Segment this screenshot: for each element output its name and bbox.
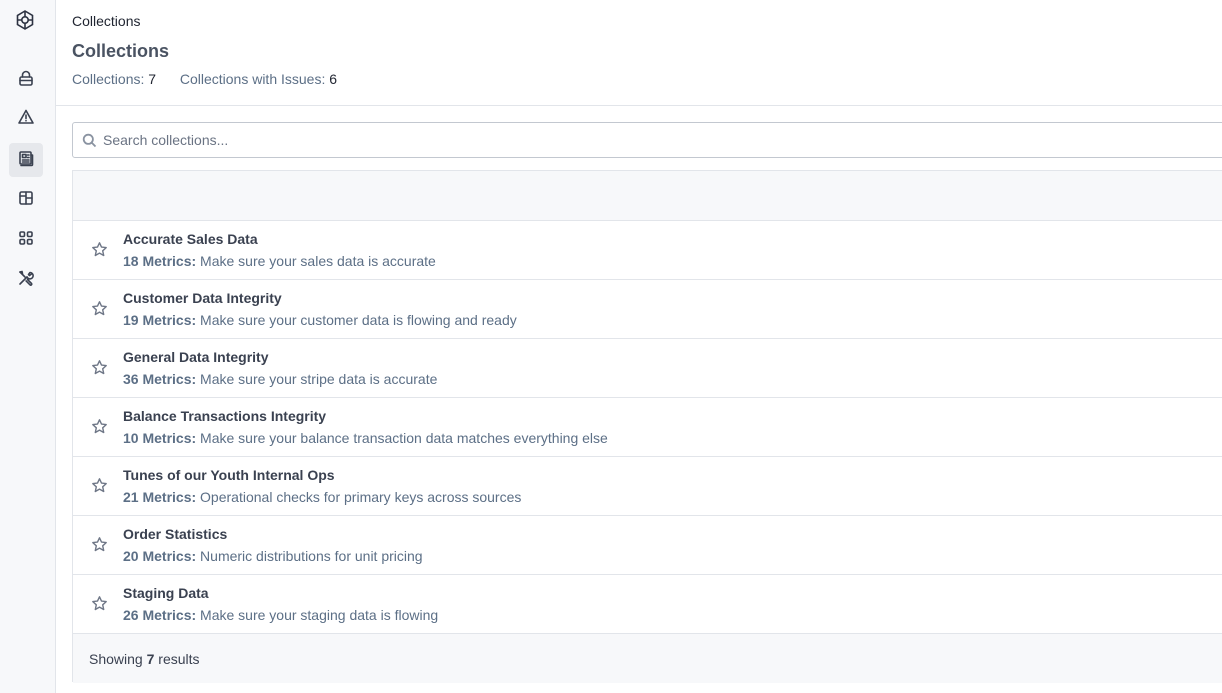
star-icon[interactable] [91,595,108,612]
table-row[interactable]: Order Statistics 20 Metrics: Numeric dist… [73,516,1222,575]
star-icon[interactable] [91,359,108,376]
logo-icon[interactable] [14,9,36,31]
table-row[interactable]: Staging Data 26 Metrics: Make sure your s… [73,575,1222,634]
star-icon[interactable] [91,418,108,435]
metrics-count: 19 Metrics: [123,312,197,328]
table-footer: Showing 7 results [73,634,1222,683]
metrics-count: 10 Metrics: [123,430,197,446]
results-prefix: Showing [89,650,143,667]
collection-description: 26 Metrics: Make sure your staging data … [123,607,438,623]
sidebar-item-dashboards[interactable] [9,183,43,217]
description-text: Make sure your sales data is accurate [200,253,436,269]
search-input[interactable] [103,123,1203,157]
description-text: Make sure your customer data is flowing … [200,312,517,328]
results-count: 7 [146,650,155,667]
table-row[interactable]: Tunes of our Youth Internal Ops 21 Metric… [73,457,1222,516]
collections-count-label: Collections: [72,71,145,87]
lock-icon [17,69,35,92]
description-text: Make sure your stripe data is accurate [200,371,438,387]
collection-description: 10 Metrics: Make sure your balance trans… [123,430,608,446]
metrics-count: 26 Metrics: [123,607,197,623]
app-root: Collections Collections Collections: 7 C… [0,0,1222,693]
issues-count-label: Collections with Issues: [179,71,326,87]
star-icon[interactable] [91,536,108,553]
tools-icon [17,269,35,292]
issues-count-value: 6 [329,71,338,87]
metrics-count: 20 Metrics: [123,548,197,564]
sidebar-item-lock[interactable] [9,63,43,97]
table-row[interactable]: General Data Integrity 36 Metrics: Make s… [73,339,1222,398]
star-icon[interactable] [91,477,108,494]
collection-name[interactable]: Accurate Sales Data [123,231,258,247]
collection-name[interactable]: Staging Data [123,585,209,601]
results-suffix: results [158,650,200,667]
collection-stats: Collections: 7 Collections with Issues: … [72,71,337,87]
description-text: Numeric distributions for unit pricing [200,548,423,564]
star-icon[interactable] [91,241,108,258]
collections-icon [17,149,35,172]
collection-description: 36 Metrics: Make sure your stripe data i… [123,371,437,387]
metrics-count: 21 Metrics: [123,489,197,505]
page-header: Collections Collections Collections: 7 C… [56,0,1222,106]
collection-description: 19 Metrics: Make sure your customer data… [123,312,517,328]
star-icon[interactable] [91,300,108,317]
collection-description: 18 Metrics: Make sure your sales data is… [123,253,436,269]
search-box [72,122,1222,158]
apps-icon [17,229,35,252]
sidebar-item-collections[interactable] [9,143,43,177]
collection-description: 20 Metrics: Numeric distributions for un… [123,548,423,564]
description-text: Operational checks for primary keys acro… [200,489,522,505]
page-title: Collections [72,41,170,61]
metrics-count: 36 Metrics: [123,371,197,387]
table-row[interactable]: Balance Transactions Integrity 10 Metrics… [73,398,1222,457]
metrics-count: 18 Metrics: [123,253,197,269]
warning-icon [17,108,35,131]
breadcrumb[interactable]: Collections [72,13,140,29]
collection-name[interactable]: General Data Integrity [123,349,269,365]
description-text: Make sure your staging data is flowing [200,607,439,623]
sidebar [0,0,56,693]
collection-name[interactable]: Customer Data Integrity [123,290,282,306]
collections-count-value: 7 [148,71,157,87]
collection-name[interactable]: Balance Transactions Integrity [123,408,326,424]
sidebar-item-tools[interactable] [9,263,43,297]
table-body: Accurate Sales Data 18 Metrics: Make sure… [73,221,1222,634]
collections-table: Accurate Sales Data 18 Metrics: Make sure… [72,170,1222,683]
collection-name[interactable]: Tunes of our Youth Internal Ops [123,467,335,483]
sidebar-item-alerts[interactable] [9,102,43,136]
table-row[interactable]: Accurate Sales Data 18 Metrics: Make sure… [73,221,1222,280]
description-text: Make sure your balance transaction data … [200,430,608,446]
sidebar-item-apps[interactable] [9,223,43,257]
table-header [73,171,1222,221]
table-row[interactable]: Customer Data Integrity 19 Metrics: Make … [73,280,1222,339]
dashboard-icon [17,189,35,212]
collection-name[interactable]: Order Statistics [123,526,227,542]
collection-description: 21 Metrics: Operational checks for prima… [123,489,521,505]
